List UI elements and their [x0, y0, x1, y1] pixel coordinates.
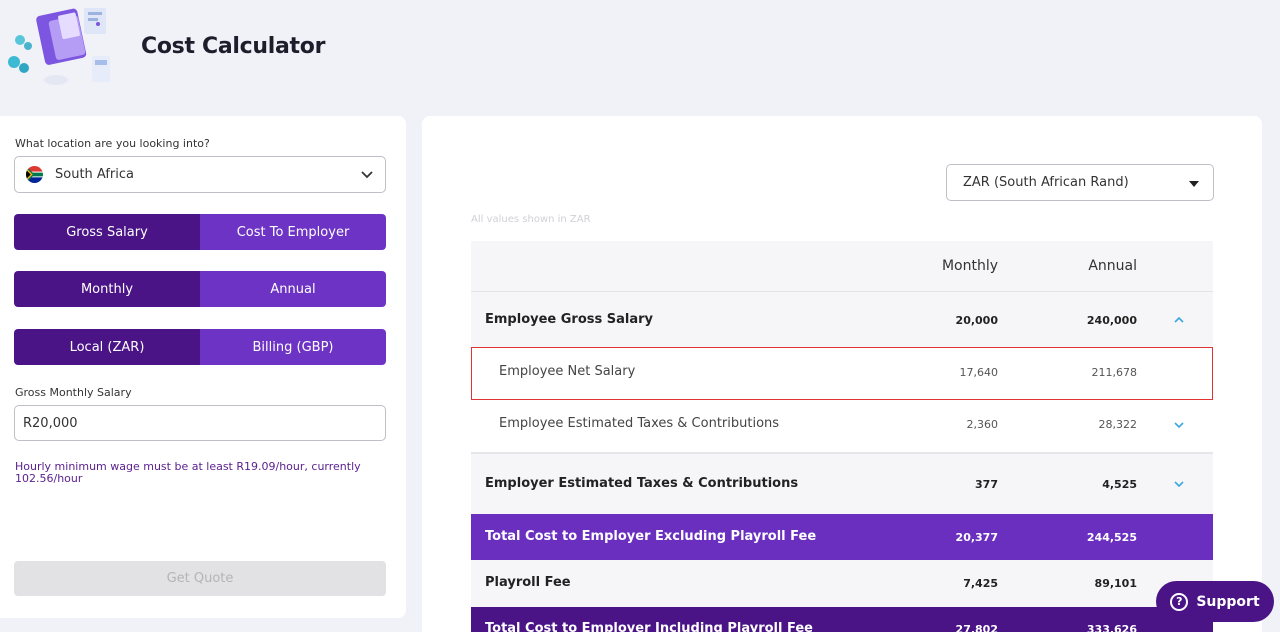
chevron-down-icon	[361, 171, 373, 179]
cost-to-employer-option[interactable]: Cost To Employer	[200, 214, 386, 250]
row-annual: 4,525	[1102, 478, 1137, 491]
values-currency-note: All values shown in ZAR	[471, 214, 591, 225]
support-button[interactable]: ? Support	[1156, 581, 1274, 622]
table-row: Playroll Fee 7,425 89,101	[471, 560, 1213, 607]
salary-type-toggle: Gross Salary Cost To Employer	[14, 214, 386, 250]
chevron-down-icon[interactable]	[1173, 478, 1185, 490]
annual-column-header: Annual	[1088, 258, 1137, 274]
table-row-total: Total Cost to Employer Including Playrol…	[471, 607, 1213, 632]
local-currency-option[interactable]: Local (ZAR)	[14, 329, 200, 365]
chevron-down-icon[interactable]	[1173, 419, 1185, 431]
row-label: Total Cost to Employer Excluding Playrol…	[485, 529, 817, 544]
row-monthly: 377	[975, 478, 998, 491]
location-value: South Africa	[55, 167, 134, 182]
row-label: Total Cost to Employer Including Playrol…	[485, 621, 813, 632]
row-annual: 240,000	[1086, 314, 1137, 327]
currency-toggle: Local (ZAR) Billing (GBP)	[14, 329, 386, 365]
currency-select[interactable]: ZAR (South African Rand)	[946, 164, 1214, 201]
support-label: Support	[1196, 593, 1260, 610]
table-row: Employee Net Salary 17,640 211,678	[471, 347, 1213, 400]
row-monthly: 17,640	[959, 366, 999, 379]
salary-label: Gross Monthly Salary	[15, 386, 132, 399]
row-annual: 28,322	[1098, 418, 1138, 431]
row-monthly: 20,377	[955, 531, 998, 544]
monthly-option[interactable]: Monthly	[14, 271, 200, 307]
row-label: Employee Net Salary	[499, 364, 636, 379]
minimum-wage-note: Hourly minimum wage must be at least R19…	[15, 460, 361, 485]
table-row[interactable]: Employee Estimated Taxes & Contributions…	[471, 400, 1213, 454]
row-label: Employee Estimated Taxes & Contributions	[499, 416, 780, 431]
row-label: Employee Gross Salary	[485, 312, 654, 327]
cost-breakdown-table: Monthly Annual Employee Gross Salary 20,…	[471, 241, 1213, 632]
location-label: What location are you looking into?	[15, 137, 210, 150]
wallet-illustration	[8, 8, 110, 85]
period-toggle: Monthly Annual	[14, 271, 386, 307]
row-monthly: 27,802	[955, 623, 998, 632]
gross-salary-option[interactable]: Gross Salary	[14, 214, 200, 250]
row-monthly: 20,000	[955, 314, 998, 327]
row-label: Playroll Fee	[485, 575, 571, 590]
chevron-up-icon[interactable]	[1173, 314, 1185, 326]
currency-select-value: ZAR (South African Rand)	[963, 175, 1129, 190]
salary-input[interactable]: R20,000	[14, 405, 386, 441]
table-row[interactable]: Employer Estimated Taxes & Contributions…	[471, 454, 1213, 514]
page-title: Cost Calculator	[141, 34, 326, 59]
help-circle-icon: ?	[1170, 592, 1189, 611]
row-annual: 89,101	[1094, 577, 1137, 590]
table-header: Monthly Annual	[471, 241, 1213, 292]
row-label: Employer Estimated Taxes & Contributions	[485, 476, 799, 491]
south-africa-flag-icon	[26, 166, 43, 183]
row-monthly: 7,425	[963, 577, 998, 590]
table-row[interactable]: Employee Gross Salary 20,000 240,000	[471, 292, 1213, 347]
monthly-column-header: Monthly	[941, 258, 998, 274]
annual-option[interactable]: Annual	[200, 271, 386, 307]
row-annual: 244,525	[1086, 531, 1137, 544]
row-annual: 333,626	[1086, 623, 1137, 632]
row-monthly: 2,360	[966, 418, 999, 431]
get-quote-button[interactable]: Get Quote	[14, 561, 386, 596]
billing-currency-option[interactable]: Billing (GBP)	[200, 329, 386, 365]
location-select[interactable]: South Africa	[14, 156, 386, 193]
row-annual: 211,678	[1091, 366, 1138, 379]
table-row-total: Total Cost to Employer Excluding Playrol…	[471, 514, 1213, 560]
caret-down-icon	[1189, 181, 1199, 187]
